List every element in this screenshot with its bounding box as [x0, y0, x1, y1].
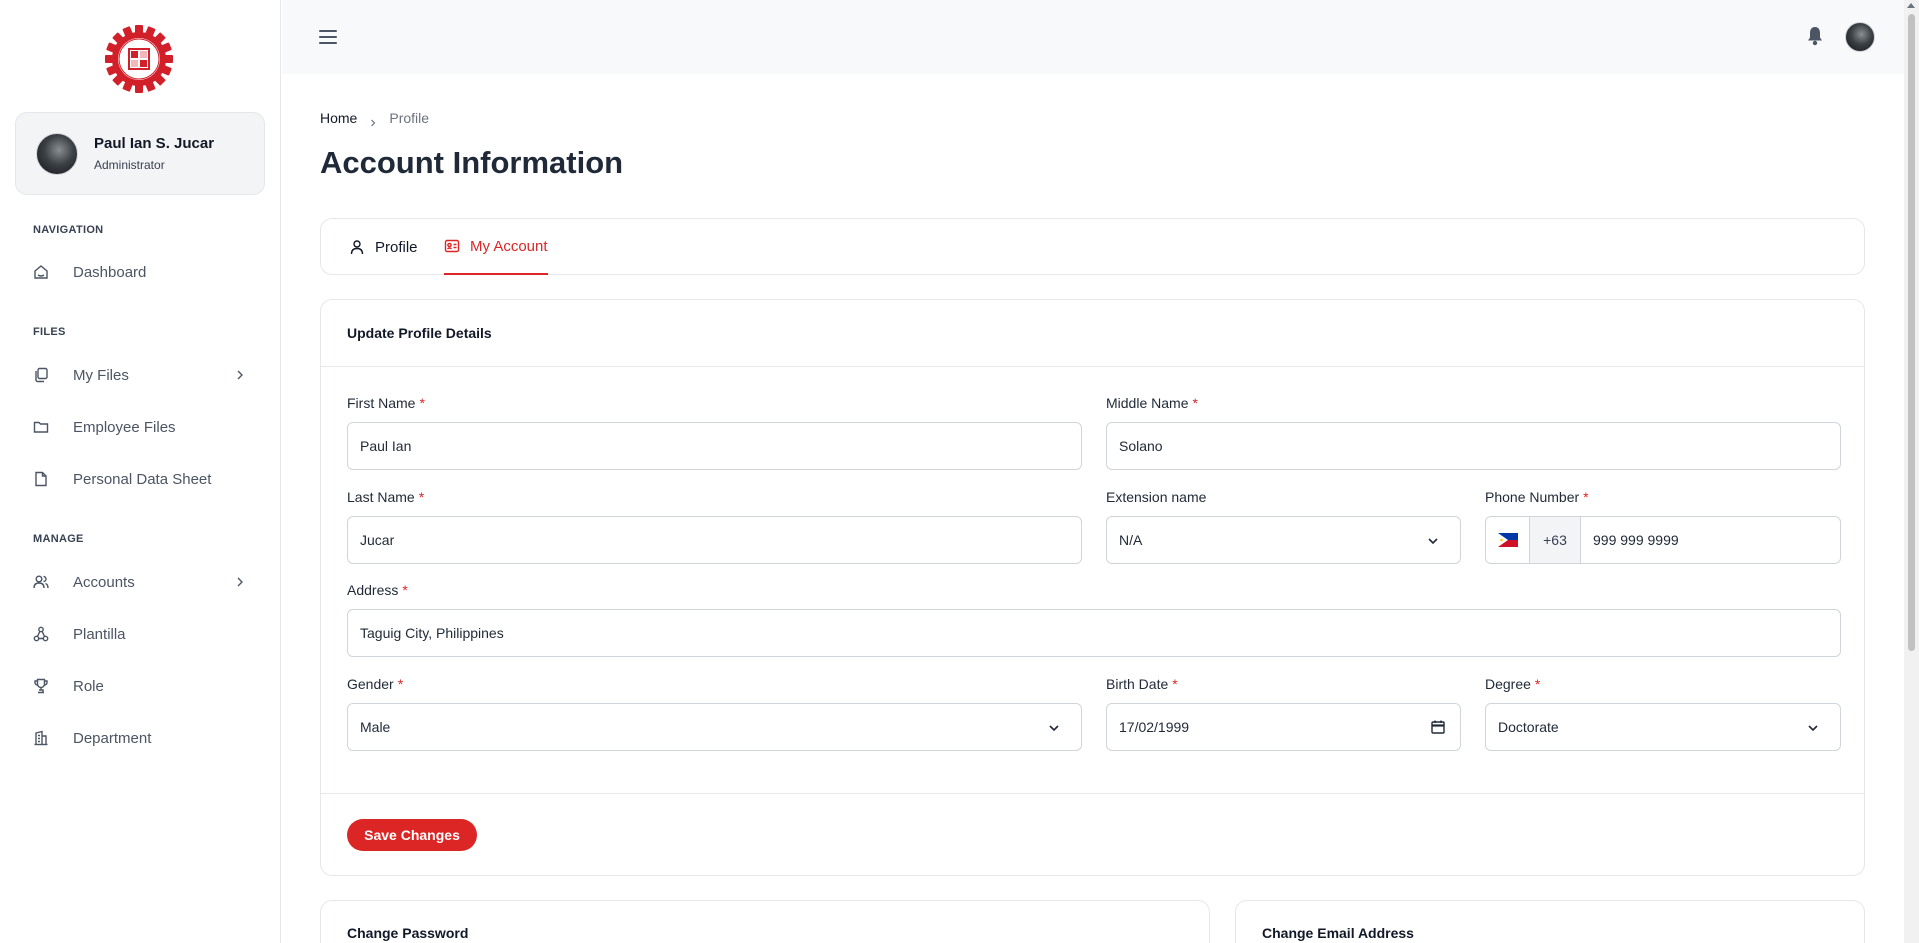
chevron-down-icon [1806, 721, 1820, 735]
change-password-title: Change Password [347, 925, 469, 941]
divider [321, 793, 1864, 794]
sidebar-item-label: Personal Data Sheet [73, 470, 212, 488]
users-icon [33, 574, 49, 590]
change-email-card: Change Email Address [1235, 900, 1865, 943]
gender-select[interactable]: Male [347, 703, 1082, 751]
first-name-input[interactable]: Paul Ian [347, 422, 1082, 470]
document-icon [33, 471, 49, 487]
sidebar-item-label: Employee Files [73, 418, 176, 436]
sidebar-item-department[interactable]: Department [33, 722, 248, 754]
home-icon [33, 264, 49, 280]
hierarchy-icon [33, 626, 49, 642]
degree-label: Degree * [1485, 676, 1541, 692]
last-name-input[interactable]: Jucar [347, 516, 1082, 564]
id-card-icon [444, 238, 460, 254]
phone-number-input[interactable]: +63 999 999 9999 [1485, 516, 1841, 564]
topbar [282, 0, 1904, 74]
sidebar-item-label: My Files [73, 366, 129, 384]
building-icon [33, 730, 49, 746]
country-code: +63 [1530, 517, 1581, 563]
user-card[interactable]: Paul Ian S. Jucar Administrator [15, 112, 265, 195]
tab-my-account[interactable]: My Account [444, 219, 548, 275]
scrollbar-thumb[interactable] [1908, 14, 1915, 651]
middle-name-label: Middle Name * [1106, 395, 1198, 411]
change-password-card: Change Password [320, 900, 1210, 943]
chevron-down-icon [1426, 534, 1440, 548]
section-label-files: FILES [33, 326, 66, 338]
tab-label: My Account [470, 237, 548, 255]
bell-icon[interactable] [1806, 25, 1824, 47]
last-name-label: Last Name * [347, 489, 425, 505]
tab-label: Profile [375, 238, 418, 256]
phone-number-value: 999 999 9999 [1593, 532, 1679, 548]
trophy-icon [33, 678, 49, 694]
sidebar-item-label: Role [73, 677, 104, 695]
change-email-title: Change Email Address [1262, 925, 1414, 941]
extension-name-select[interactable]: N/A [1106, 516, 1461, 564]
files-icon [33, 367, 49, 383]
extension-name-label: Extension name [1106, 489, 1207, 505]
birth-date-input[interactable]: 17/02/1999 [1106, 703, 1461, 751]
first-name-label: First Name * [347, 395, 425, 411]
menu-icon[interactable] [318, 28, 338, 46]
page-title: Account Information [320, 145, 624, 180]
gender-label: Gender * [347, 676, 404, 692]
scroll-up-arrow[interactable] [1907, 3, 1915, 8]
birth-date-label: Birth Date * [1106, 676, 1178, 692]
page-scrollbar[interactable] [1904, 0, 1919, 943]
section-label-manage: MANAGE [33, 533, 84, 545]
chevron-right-icon [232, 574, 248, 590]
sidebar-item-label: Accounts [73, 573, 135, 591]
tab-profile[interactable]: Profile [349, 219, 418, 275]
sidebar-item-label: Department [73, 729, 152, 747]
sidebar-item-employee-files[interactable]: Employee Files [33, 411, 248, 443]
address-input[interactable]: Taguig City, Philippines [347, 609, 1841, 657]
avatar [36, 133, 78, 175]
degree-select[interactable]: Doctorate [1485, 703, 1841, 751]
user-icon [349, 239, 365, 255]
sidebar-item-label: Dashboard [73, 263, 147, 281]
card-title: Update Profile Details [347, 325, 492, 341]
user-role: Administrator [94, 158, 165, 172]
chevron-right-icon [232, 367, 248, 383]
section-label-navigation: NAVIGATION [33, 224, 104, 236]
tabs-bar: Profile My Account [320, 218, 1865, 275]
card-header: Update Profile Details [321, 300, 1864, 367]
middle-name-input[interactable]: Solano [1106, 422, 1841, 470]
chevron-down-icon [1047, 721, 1061, 735]
sidebar: Paul Ian S. Jucar Administrator NAVIGATI… [0, 0, 281, 943]
breadcrumb-home[interactable]: Home [320, 110, 357, 126]
calendar-icon[interactable] [1430, 719, 1446, 735]
update-profile-card: Update Profile Details First Name * Paul … [320, 299, 1865, 876]
address-label: Address * [347, 582, 408, 598]
philippines-flag-icon[interactable] [1486, 517, 1530, 563]
user-name: Paul Ian S. Jucar [94, 135, 215, 152]
sidebar-item-my-files[interactable]: My Files [33, 359, 248, 391]
sidebar-item-role[interactable]: Role [33, 670, 248, 702]
sidebar-item-dashboard[interactable]: Dashboard [33, 256, 248, 288]
save-changes-button[interactable]: Save Changes [347, 819, 477, 851]
sidebar-item-label: Plantilla [73, 625, 126, 643]
breadcrumb: Home Profile [320, 110, 430, 127]
breadcrumb-current: Profile [389, 110, 430, 126]
organization-logo [105, 25, 173, 93]
chevron-right-icon [369, 114, 377, 127]
phone-number-label: Phone Number * [1485, 489, 1589, 505]
folder-icon [33, 419, 49, 435]
sidebar-item-plantilla[interactable]: Plantilla [33, 618, 248, 650]
user-avatar-button[interactable] [1845, 22, 1875, 52]
sidebar-item-personal-data-sheet[interactable]: Personal Data Sheet [33, 463, 248, 495]
sidebar-item-accounts[interactable]: Accounts [33, 566, 248, 598]
